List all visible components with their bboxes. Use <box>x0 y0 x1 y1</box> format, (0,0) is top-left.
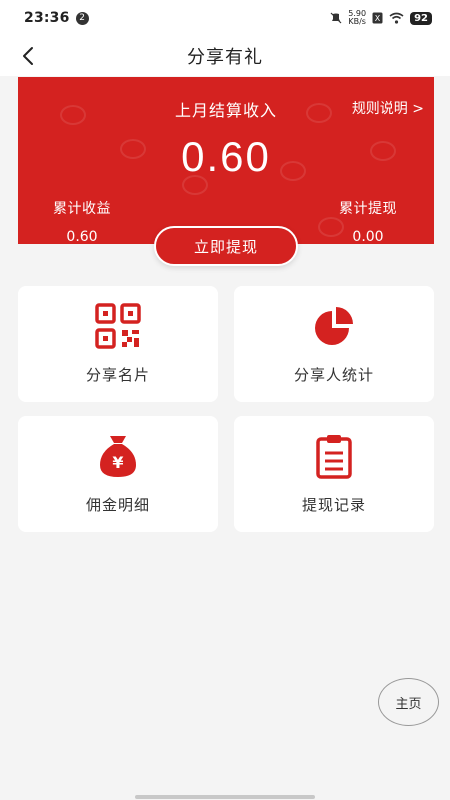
withdrawal-records-button[interactable]: 提现记录 <box>234 416 434 532</box>
withdrawal-records-label: 提现记录 <box>301 496 366 514</box>
total-withdrawn-stat: 累计提现 0.00 <box>330 198 406 244</box>
status-time: 23:36 <box>24 10 70 26</box>
status-icons: 5.90 KB/s X 92 <box>330 10 432 26</box>
svg-text:X: X <box>375 14 381 23</box>
total-income-value: 0.60 <box>66 229 98 244</box>
share-card-label: 分享名片 <box>85 366 150 384</box>
share-card-button[interactable]: 分享名片 <box>18 286 218 402</box>
network-speed-unit: KB/s <box>348 17 366 26</box>
last-month-income-amount: 0.60 <box>181 133 271 180</box>
notification-count-badge: 2 <box>75 11 89 25</box>
home-button[interactable]: 主页 <box>378 678 439 726</box>
battery-indicator: 92 <box>410 11 432 25</box>
total-income-label: 累计收益 <box>53 201 111 217</box>
qr-code-icon <box>95 303 141 349</box>
back-button[interactable] <box>14 42 42 70</box>
back-arrow-icon <box>23 47 33 65</box>
network-speed: 5.90 KB/s <box>348 10 366 26</box>
commission-details-label: 佣金明细 <box>85 496 150 514</box>
nav-bar: 分享有礼 <box>0 36 450 76</box>
earnings-banner: 上月结算收入 规则说明 > 0.60 累计收益 0.60 累计提现 0.00 <box>18 77 434 244</box>
total-withdrawn-label: 累计提现 <box>339 201 397 217</box>
total-withdrawn-value: 0.00 <box>352 229 384 244</box>
pie-chart-icon <box>315 307 353 345</box>
sharer-statistics-button[interactable]: 分享人统计 <box>234 286 434 402</box>
gesture-home-indicator[interactable] <box>135 795 315 799</box>
commission-details-button[interactable]: ¥ 佣金明细 <box>18 416 218 532</box>
rules-link[interactable]: 规则说明 > <box>352 98 424 118</box>
total-income-stat: 累计收益 0.60 <box>44 198 120 244</box>
status-bar: 23:36 2 5.90 KB/s X 92 <box>0 0 450 36</box>
sim-icon: X <box>372 12 383 24</box>
page-title: 分享有礼 <box>187 47 263 68</box>
sharer-statistics-label: 分享人统计 <box>293 366 374 384</box>
money-bag-icon: ¥ <box>100 436 136 477</box>
mute-icon <box>330 12 342 24</box>
withdraw-now-button[interactable]: 立即提现 <box>154 226 298 266</box>
clipboard-icon <box>316 435 352 479</box>
wifi-icon <box>389 12 404 24</box>
svg-text:¥: ¥ <box>112 453 123 472</box>
